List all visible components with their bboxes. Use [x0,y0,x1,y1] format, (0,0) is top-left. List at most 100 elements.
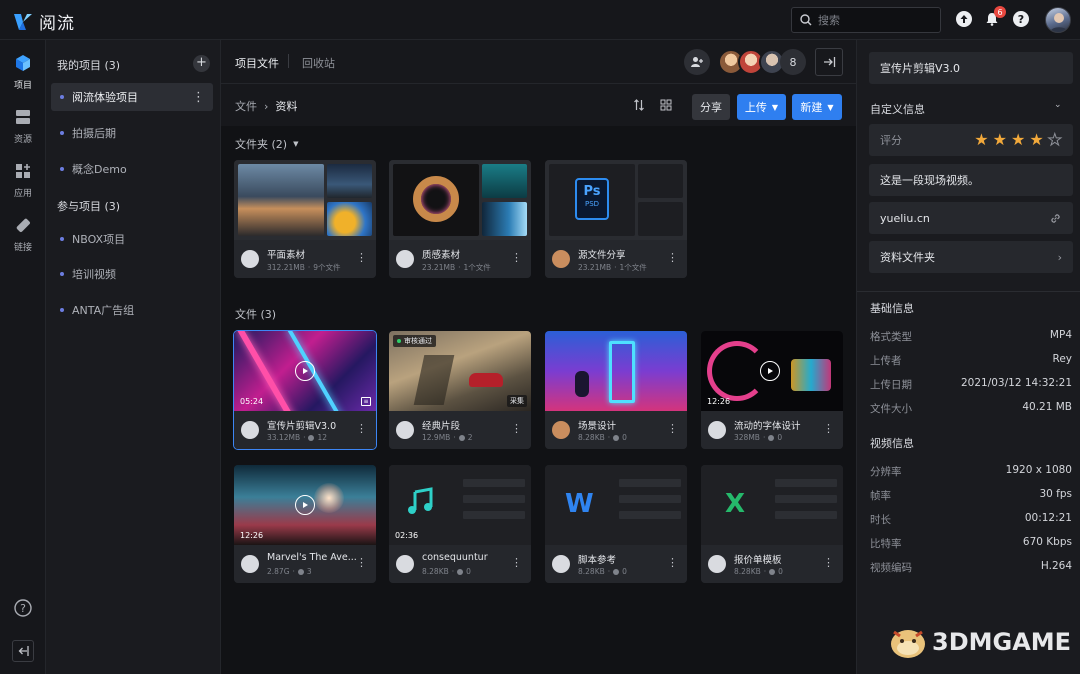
rail-label: 链接 [13,243,32,253]
file-card[interactable]: W 脚本参考 8.28KB · 0 ⋮ [545,465,687,583]
sidebar-item-project[interactable]: 阅流体验项目 ⋮ [51,83,213,111]
star-filled-icon[interactable]: ★ [974,130,988,149]
info-row: 帧率 30 fps [870,488,1072,502]
tab-divider [288,54,289,68]
grid-view-icon[interactable] [657,96,675,114]
play-icon[interactable] [295,495,315,515]
chevron-down-icon: ▼ [771,102,779,112]
share-button[interactable]: 分享 [692,94,730,120]
more-icon[interactable]: ⋮ [356,251,367,264]
file-name: consequuntur [422,552,488,563]
more-icon[interactable]: ⋮ [667,251,678,264]
file-name: 场景设计 [578,421,617,432]
sidebar-item-project[interactable]: 概念Demo [51,155,213,183]
chevron-down-icon[interactable]: ⌄ [1054,100,1062,110]
member-count[interactable]: 8 [780,49,806,75]
add-project-button[interactable]: + [193,55,210,72]
star-empty-icon[interactable]: ★ [1047,130,1062,149]
sort-icon[interactable] [630,96,648,114]
folder-card[interactable]: 平面素材 312.21MB · 9个文件 ⋮ [234,160,376,278]
folders-heading[interactable]: 文件夹 (2) ▼ [235,136,298,152]
sidebar-item-project[interactable]: ANTA广告组 [51,296,213,324]
tab-project-files[interactable]: 项目文件 [235,55,279,71]
more-icon[interactable]: ⋮ [511,251,522,264]
add-member-button[interactable] [684,49,710,75]
more-icon[interactable]: ⋮ [356,422,367,435]
sidebar-item-project[interactable]: NBOX项目 [51,225,213,253]
help-icon[interactable]: ? [1013,11,1029,27]
description-field[interactable]: 这是一段现场视频。 [869,164,1073,196]
user-avatar[interactable] [1045,7,1071,33]
star-filled-icon[interactable]: ★ [1029,130,1043,149]
more-icon[interactable]: ⋮ [823,422,834,435]
sidebar-item-label: 阅流体验项目 [72,91,138,104]
card-footer: Marvel's The Ave... 2.87G · 3 ⋮ [234,545,376,583]
folder-name: 质感素材 [422,250,461,261]
tab-recycle-bin[interactable]: 回收站 [302,55,335,71]
comment-icon [769,568,776,575]
search-input[interactable] [818,13,928,27]
breadcrumb-current: 资料 [275,100,298,113]
sidebar-item-project[interactable]: 培训视频 [51,260,213,288]
sidebar-item-project[interactable]: 拍摄后期 [51,119,213,147]
capture-badge: 采集 [507,395,527,407]
more-icon[interactable]: ⋮ [667,422,678,435]
star-rating[interactable]: ★ ★ ★ ★ ★ [970,130,1062,149]
file-card[interactable]: 02:36 consequuntur 8.28KB · 0 ⋮ [389,465,531,583]
rail-item-projects[interactable]: 项目 [0,54,46,91]
video-duration: 05:24 [240,397,264,406]
file-title-field[interactable]: 宣传片剪辑V3.0 [869,52,1073,84]
more-icon[interactable]: ⋮ [192,90,205,105]
exit-project-button[interactable] [815,48,843,76]
play-icon[interactable] [295,361,315,381]
star-filled-icon[interactable]: ★ [1011,130,1025,149]
more-icon[interactable]: ⋮ [667,556,678,569]
file-card[interactable]: X 报价单模板 8.28KB · 0 ⋮ [701,465,843,583]
file-card[interactable]: 12:26 流动的字体设计 328MB · 0 ⋮ [701,331,843,449]
file-card[interactable]: 场景设计 8.28KB · 0 ⋮ [545,331,687,449]
nav-rail: 项目 资源 应用 链接 ? [0,40,46,674]
bullet-icon [60,237,64,241]
folder-meta: 23.21MB · 1个文件 [422,263,491,272]
caret-down-icon: ▼ [293,140,299,148]
help-circle-icon[interactable]: ? [12,597,34,619]
file-card[interactable]: 审核通过 采集 经典片段 12.9MB · 2 ⋮ [389,331,531,449]
more-icon[interactable]: ⋮ [511,556,522,569]
create-label: 新建 [800,101,823,114]
app-logo[interactable]: 阅流 [13,9,75,34]
search-box[interactable] [791,7,941,33]
folders-label: 文件夹 (2) [235,138,288,151]
file-card[interactable]: 12:26 Marvel's The Ave... 2.87G · 3 ⋮ [234,465,376,583]
file-card[interactable]: 05:24 ≡ 宣传片剪辑V3.0 33.12MB · 12 ⋮ [233,330,377,450]
star-filled-icon[interactable]: ★ [993,130,1007,149]
collapse-sidebar-icon[interactable] [12,640,34,662]
svg-text:?: ? [20,602,26,615]
bullet-icon [60,167,64,171]
rail-item-resources[interactable]: 资源 [0,108,46,145]
owner-avatar [241,250,259,268]
more-icon[interactable]: ⋮ [823,556,834,569]
folder-thumbnail: Ps PSD [545,160,687,240]
sidebar-item-label: ANTA广告组 [72,304,135,317]
more-icon[interactable]: ⋮ [511,422,522,435]
folder-card[interactable]: Ps PSD 源文件分享 23.21MB · 1个文件 ⋮ [545,160,687,278]
upload-button[interactable]: 上传 ▼ [737,94,786,120]
card-footer: 宣传片剪辑V3.0 33.12MB · 12 ⋮ [234,411,376,449]
comment-icon [768,434,775,441]
upload-icon[interactable] [956,11,972,27]
card-footer: consequuntur 8.28KB · 0 ⋮ [389,545,531,583]
more-icon[interactable]: ⋮ [356,556,367,569]
owner-avatar [708,555,726,573]
folder-thumbnail [234,160,376,240]
rail-item-apps[interactable]: 应用 [0,162,46,199]
rail-item-links[interactable]: 链接 [0,216,46,253]
main-content: 项目文件 回收站 8 文件 › 资料 分享 上传 ▼ 新建 ▼ 文件夹 (2) … [221,40,856,674]
link-field[interactable]: yueliu.cn [869,202,1073,234]
divider [857,291,1080,292]
play-icon[interactable] [760,361,780,381]
breadcrumb-root[interactable]: 文件 [235,98,257,114]
create-button[interactable]: 新建 ▼ [792,94,842,120]
folder-card[interactable]: 质感素材 23.21MB · 1个文件 ⋮ [389,160,531,278]
folder-field[interactable]: 资料文件夹 › [869,241,1073,273]
link-icon [1051,213,1060,223]
